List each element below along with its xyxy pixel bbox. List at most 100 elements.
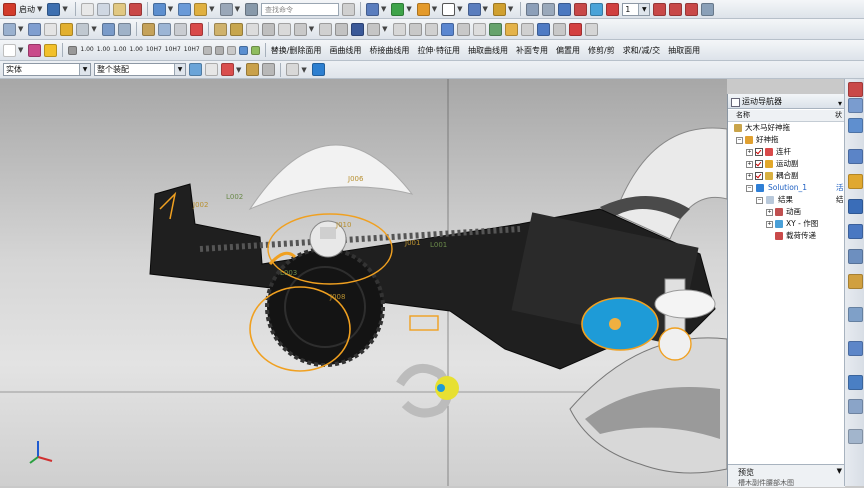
sketch-icon[interactable] [3, 22, 16, 36]
select-all-icon[interactable] [246, 63, 260, 76]
cable-icon[interactable] [335, 22, 349, 36]
undo-icon[interactable] [152, 2, 166, 16]
toolbar-button[interactable]: 1.00 [113, 47, 126, 53]
new-icon[interactable] [3, 43, 16, 57]
command-search-input[interactable]: 查找命令 [260, 2, 339, 16]
chevron-down-icon[interactable]: ▼ [457, 5, 462, 13]
visibility-checkbox[interactable] [755, 172, 763, 180]
expand-icon[interactable]: + [766, 221, 773, 228]
point-tool-icon[interactable] [157, 22, 171, 36]
reuse-library-tab[interactable] [848, 174, 863, 189]
system-materials-tab[interactable] [848, 274, 863, 289]
hd3d-tab[interactable] [848, 199, 863, 214]
measure-icon[interactable] [76, 22, 90, 36]
chart-icon[interactable] [584, 22, 598, 36]
assembly-filter-select[interactable]: 整个装配 ▼ [94, 63, 186, 76]
palette-tab[interactable] [848, 399, 863, 414]
chevron-down-icon[interactable]: ▼ [79, 64, 90, 75]
diameter-icon[interactable] [214, 45, 224, 55]
wrench-icon[interactable] [229, 22, 243, 36]
constraint-icon[interactable] [552, 22, 566, 36]
tree-node-results[interactable]: − 结果 结 [728, 194, 845, 206]
collapse-icon[interactable]: − [736, 137, 743, 144]
part-navigator-tab[interactable] [848, 118, 863, 133]
tree-node-couplers[interactable]: + 耦合副 [728, 170, 845, 182]
chevron-down-icon[interactable]: ▼ [91, 25, 96, 33]
background-icon[interactable] [442, 2, 456, 16]
type-filter-select[interactable]: 实体 ▼ [3, 63, 91, 76]
box-select-icon[interactable] [286, 63, 300, 76]
chamfer-icon[interactable] [238, 45, 248, 55]
chevron-down-icon[interactable]: ▼ [382, 25, 387, 33]
system-scene-tab[interactable] [848, 375, 863, 390]
slider-joint-marker[interactable] [409, 315, 439, 331]
chevron-down-icon[interactable]: ▼ [18, 46, 23, 54]
contact-icon[interactable] [351, 22, 365, 36]
loop-icon[interactable] [685, 2, 699, 16]
arrow-icon[interactable] [520, 22, 534, 36]
pencil-icon[interactable] [60, 22, 74, 36]
bar-chart-icon[interactable] [261, 22, 275, 36]
scale-icon[interactable] [472, 22, 486, 36]
collapse-icon[interactable]: − [746, 185, 753, 192]
visibility-checkbox[interactable] [755, 160, 763, 168]
format-icon[interactable] [68, 45, 78, 55]
menu-trim[interactable]: 修剪/剪 [588, 45, 615, 56]
menu-bridge-curve[interactable]: 桥接曲线用 [369, 45, 409, 56]
right-small-gear[interactable] [658, 327, 692, 361]
pattern-icon[interactable] [424, 22, 438, 36]
panel-menu-icon[interactable]: ▾ [838, 96, 842, 111]
menu-extrude-feature[interactable]: 拉伸·特征用 [417, 45, 460, 56]
graphics-viewport[interactable]: L002 J002 L003 J010 J001 L001 J006 J008 [0, 79, 727, 486]
column-name[interactable]: 名称 [736, 110, 750, 121]
redo-icon[interactable] [178, 2, 192, 16]
tree-node-animation[interactable]: + 动画 [728, 206, 845, 218]
window-icon[interactable] [219, 2, 233, 16]
tree-node-root[interactable]: 大木马好神拖 [728, 122, 845, 134]
paste-icon[interactable] [112, 2, 126, 16]
grid-tool-icon[interactable] [173, 22, 187, 36]
animation-icon[interactable] [558, 2, 572, 16]
fasten-icon[interactable] [277, 22, 291, 36]
toolbar-button[interactable]: 1.00 [97, 47, 110, 53]
expand-icon[interactable]: + [766, 209, 773, 216]
flag-icon[interactable] [536, 22, 550, 36]
tree-node-links[interactable]: + 连杆 [728, 146, 845, 158]
frame-select[interactable]: 1 ▼ [622, 2, 651, 16]
menu-extract-curve[interactable]: 抽取曲线用 [468, 45, 508, 56]
chevron-down-icon[interactable]: ▼ [174, 64, 185, 75]
angle-icon[interactable] [202, 45, 212, 55]
layer-icon[interactable] [492, 2, 506, 16]
extra-tab[interactable] [848, 429, 863, 444]
chevron-down-icon[interactable]: ▼ [18, 25, 23, 33]
menu-patch-face[interactable]: 补面专用 [516, 45, 548, 56]
menu-offset[interactable]: 偏置用 [556, 45, 580, 56]
chevron-down-icon[interactable]: ▼ [837, 467, 842, 475]
tree-node-joints[interactable]: + 运动副 [728, 158, 845, 170]
grid-snap-icon[interactable] [28, 43, 42, 57]
search-icon[interactable] [341, 2, 355, 16]
line-tool-icon[interactable] [141, 22, 155, 36]
orient-view-icon[interactable] [467, 2, 481, 16]
spring-icon[interactable] [245, 22, 259, 36]
chevron-down-icon[interactable]: ▼ [236, 66, 241, 74]
deselect-icon[interactable] [262, 63, 276, 76]
chevron-down-icon[interactable]: ▼ [168, 5, 173, 13]
coupler-icon[interactable] [319, 22, 333, 36]
selection-scope-icon[interactable] [221, 63, 234, 76]
history-tab[interactable] [848, 249, 863, 264]
curve-icon[interactable] [367, 22, 381, 36]
chevron-down-icon[interactable]: ▼ [235, 5, 240, 13]
chevron-down-icon[interactable]: ▼ [483, 5, 488, 13]
toolbar-button[interactable]: 10H7 [146, 47, 162, 53]
toolbar-button[interactable]: 10H7 [184, 47, 200, 53]
visibility-checkbox[interactable] [755, 148, 763, 156]
fit-view-icon[interactable] [365, 2, 379, 16]
gear-icon[interactable] [293, 22, 307, 36]
delete-icon[interactable] [128, 2, 142, 16]
align-icon[interactable] [213, 22, 227, 36]
shaded-sphere-icon[interactable] [391, 2, 405, 16]
assembly-icon[interactable] [504, 22, 518, 36]
snap-point-icon[interactable] [189, 63, 202, 76]
copy-icon[interactable] [96, 2, 110, 16]
